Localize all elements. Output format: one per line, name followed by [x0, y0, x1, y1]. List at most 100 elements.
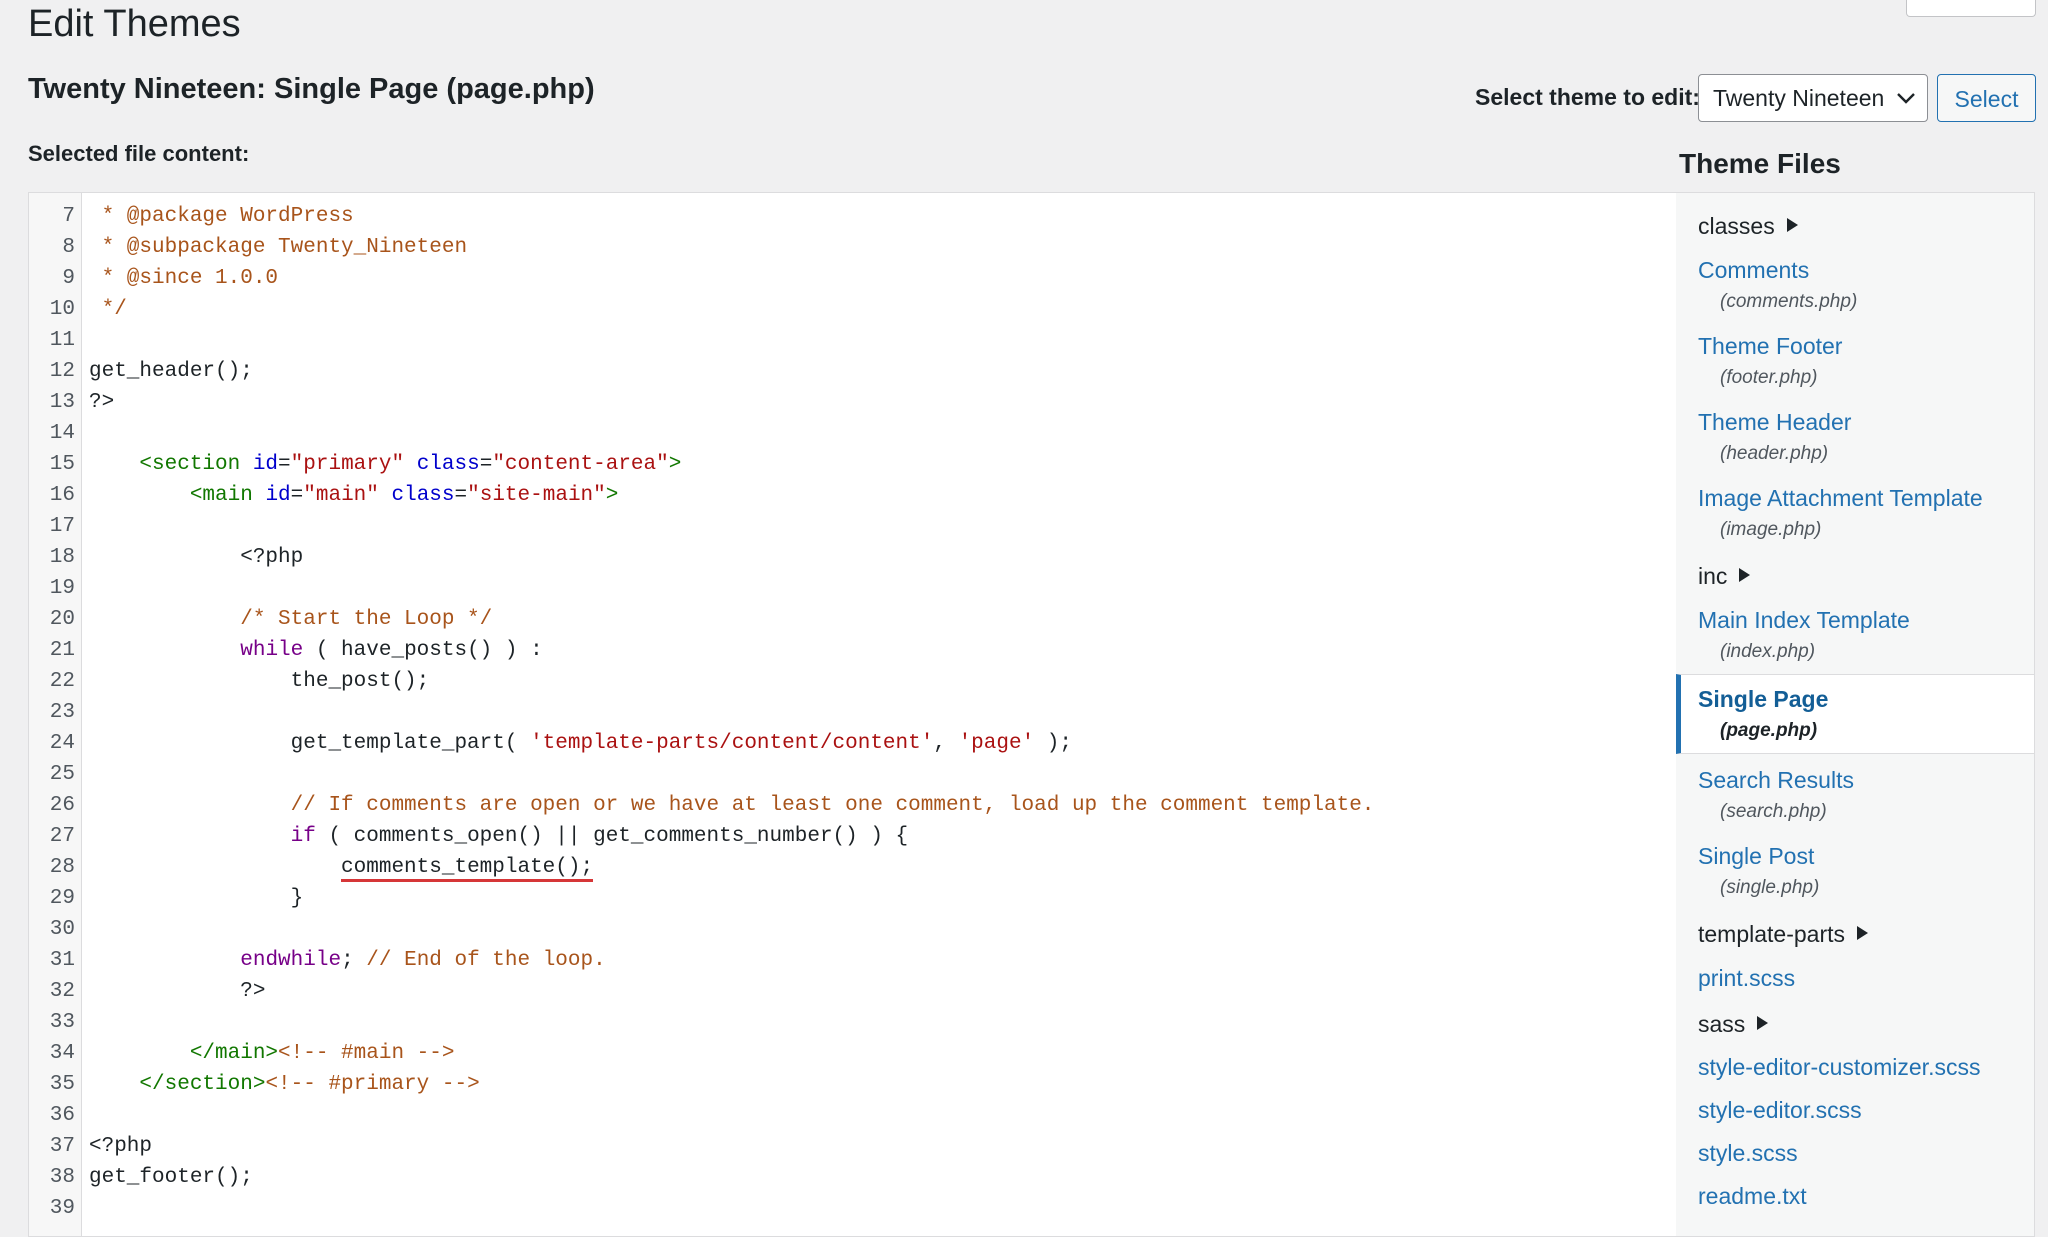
code-line: 23: [29, 697, 1676, 728]
file-link-theme-footer[interactable]: Theme Footer: [1698, 333, 1842, 360]
line-number: 39: [49, 1197, 75, 1220]
code-line: 11: [29, 325, 1676, 356]
line-number: 29: [49, 887, 75, 910]
code-line: 30: [29, 914, 1676, 945]
theme-select-dropdown[interactable]: Twenty Nineteen: [1698, 74, 1928, 122]
folder-sass[interactable]: sass: [1698, 1011, 1769, 1038]
line-number: 27: [49, 825, 75, 848]
code-lines: 7 * @package WordPress 8 * @subpackage T…: [29, 201, 1676, 1224]
folder-label: classes: [1698, 213, 1775, 239]
code-line: 12 get_header();: [29, 356, 1676, 387]
code-text: * @since 1.0.0: [89, 267, 279, 290]
code-line: 14: [29, 418, 1676, 449]
code-line: 27 if ( comments_open() || get_comments_…: [29, 821, 1676, 852]
file-name-search: (search.php): [1720, 801, 1827, 822]
code-text: comments_template();: [89, 852, 594, 883]
file-name-comments: (comments.php): [1720, 291, 1858, 312]
file-link-theme-header[interactable]: Theme Header: [1698, 409, 1851, 436]
folder-inc[interactable]: inc: [1698, 563, 1751, 590]
select-theme-label: Select theme to edit:: [1475, 84, 1700, 110]
line-number: 11: [49, 329, 75, 352]
file-link-style-scss[interactable]: style.scss: [1698, 1140, 1798, 1167]
caret-right-icon: [1786, 218, 1798, 232]
file-name-header: (header.php): [1720, 443, 1829, 464]
file-name-page: (page.php): [1720, 720, 1818, 741]
file-link-readme[interactable]: readme.txt: [1698, 1183, 1807, 1210]
code-line: 33: [29, 1007, 1676, 1038]
code-line: 24 get_template_part( 'template-parts/co…: [29, 728, 1676, 759]
line-number: 18: [49, 546, 75, 569]
code-text: <?php: [89, 546, 304, 569]
file-name-footer: (footer.php): [1720, 367, 1818, 388]
line-number: 20: [49, 608, 75, 631]
line-number: 15: [49, 453, 75, 476]
folder-label: sass: [1698, 1011, 1746, 1037]
code-text: }: [89, 887, 304, 910]
line-number: 8: [62, 236, 75, 259]
caret-right-icon: [1757, 1016, 1769, 1030]
code-text: </section><!-- #primary -->: [89, 1073, 480, 1096]
line-number: 26: [49, 794, 75, 817]
file-link-search-results[interactable]: Search Results: [1698, 767, 1854, 794]
code-text: /* Start the Loop */: [89, 608, 493, 631]
code-line: 8 * @subpackage Twenty_Nineteen: [29, 232, 1676, 263]
code-line: 25: [29, 759, 1676, 790]
code-text: endwhile; // End of the loop.: [240, 949, 606, 972]
code-text: <?php: [89, 1135, 153, 1158]
line-number: 21: [49, 639, 75, 662]
code-text: while ( have_posts() ) :: [240, 639, 543, 662]
folder-classes[interactable]: classes: [1698, 213, 1798, 240]
code-line: 13 ?>: [29, 387, 1676, 418]
line-number: 23: [49, 701, 75, 724]
code-line: 38 get_footer();: [29, 1162, 1676, 1193]
line-number: 19: [49, 577, 75, 600]
line-number: 37: [49, 1135, 75, 1158]
code-line: 31 endwhile; // End of the loop.: [29, 945, 1676, 976]
file-link-image-attachment[interactable]: Image Attachment Template: [1698, 485, 1983, 512]
caret-right-icon: [1739, 568, 1751, 582]
code-line: 16 <main id="main" class="site-main">: [29, 480, 1676, 511]
line-number: 36: [49, 1104, 75, 1127]
file-link-comments[interactable]: Comments: [1698, 257, 1809, 284]
line-number: 7: [62, 205, 75, 228]
code-line: 37 <?php: [29, 1131, 1676, 1162]
line-number: 9: [62, 267, 75, 290]
file-link-single-page[interactable]: Single Page: [1698, 686, 1828, 713]
caret-right-icon: [1857, 926, 1869, 940]
code-text: <section id="primary" class="content-are…: [89, 453, 682, 476]
code-line: 22 the_post();: [29, 666, 1676, 697]
line-number: 24: [49, 732, 75, 755]
file-link-single-post[interactable]: Single Post: [1698, 843, 1814, 870]
code-text: get_footer();: [89, 1166, 253, 1189]
select-theme-button[interactable]: Select: [1937, 74, 2036, 122]
code-line: 26 // If comments are open or we have at…: [29, 790, 1676, 821]
file-link-style-editor[interactable]: style-editor.scss: [1698, 1097, 1862, 1124]
file-name-index: (index.php): [1720, 641, 1816, 662]
line-number: 14: [49, 422, 75, 445]
folder-template-parts[interactable]: template-parts: [1698, 921, 1869, 948]
file-link-style-editor-customizer[interactable]: style-editor-customizer.scss: [1698, 1054, 1980, 1081]
code-line: 34 </main><!-- #main -->: [29, 1038, 1676, 1069]
code-line: 32 ?>: [29, 976, 1676, 1007]
code-line: 20 /* Start the Loop */: [29, 604, 1676, 635]
code-line: 9 * @since 1.0.0: [29, 263, 1676, 294]
line-number: 31: [49, 949, 75, 972]
file-link-print-scss[interactable]: print.scss: [1698, 965, 1795, 992]
code-text: </main><!-- #main -->: [89, 1042, 455, 1065]
code-text: <main id="main" class="site-main">: [89, 484, 619, 507]
file-link-main-index[interactable]: Main Index Template: [1698, 607, 1910, 634]
line-number: 12: [49, 360, 75, 383]
code-text: * @subpackage Twenty_Nineteen: [89, 236, 468, 259]
code-text: if ( comments_open() || get_comments_num…: [290, 825, 909, 848]
code-line: 7 * @package WordPress: [29, 201, 1676, 232]
line-number: 16: [49, 484, 75, 507]
line-number: 22: [49, 670, 75, 693]
theme-files-heading: Theme Files: [1679, 148, 1841, 179]
code-line: 21 while ( have_posts() ) :: [29, 635, 1676, 666]
code-line: 19: [29, 573, 1676, 604]
code-line: 15 <section id="primary" class="content-…: [29, 449, 1676, 480]
help-tab[interactable]: [1906, 0, 2036, 17]
code-editor[interactable]: 7 * @package WordPress 8 * @subpackage T…: [28, 192, 1677, 1237]
line-number: 28: [49, 856, 75, 879]
code-text: */: [89, 298, 127, 321]
